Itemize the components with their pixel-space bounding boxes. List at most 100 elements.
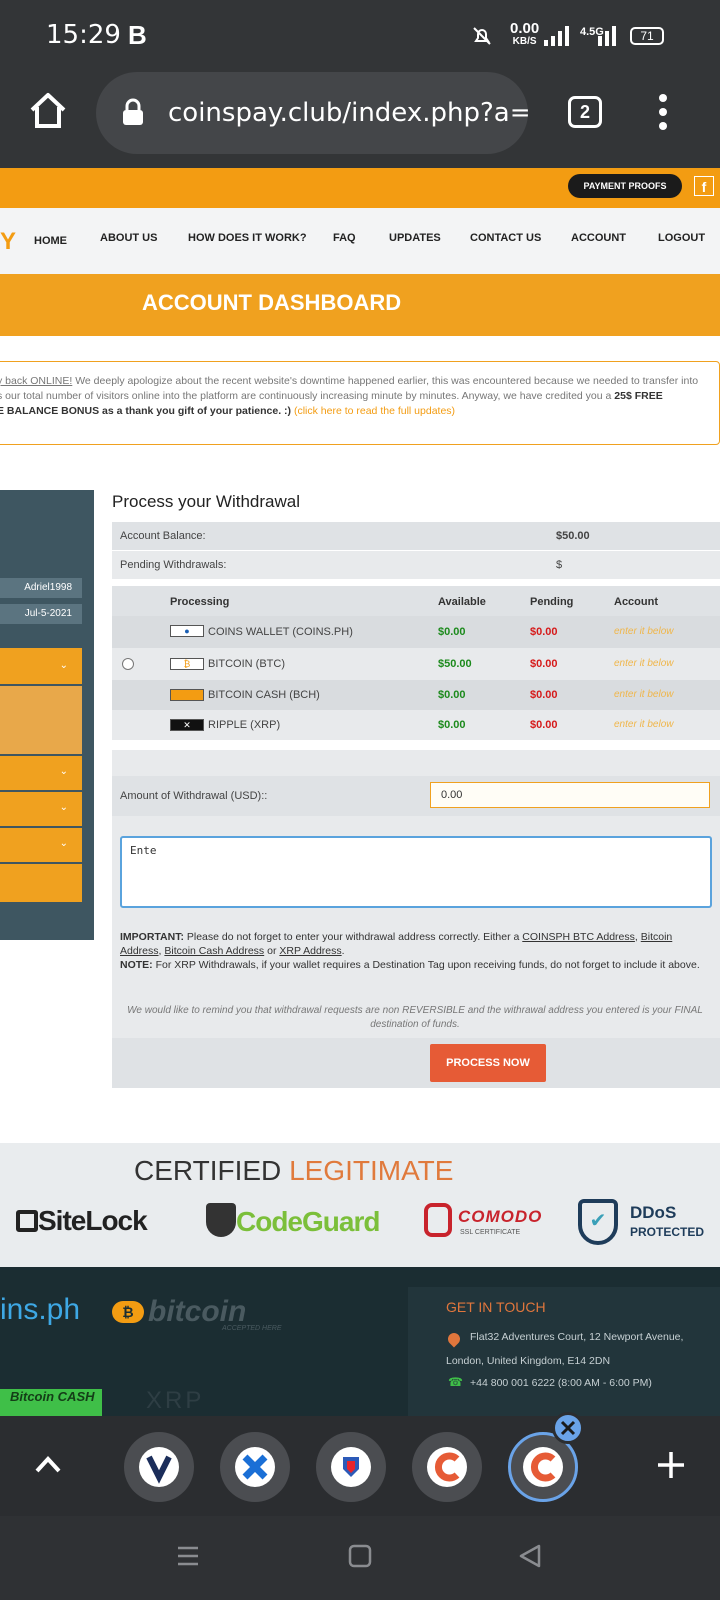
system-nav-bar [0, 1516, 720, 1600]
process-now-button[interactable]: PROCESS NOW [430, 1044, 546, 1082]
notice-link[interactable]: (click here to read the full updates) [291, 405, 455, 417]
ssl-certificate-text: SSL CERTIFICATE [460, 1229, 521, 1236]
tab-switcher-bar [0, 1412, 720, 1516]
bitcoin-radio[interactable] [122, 658, 134, 670]
chevron-down-icon: ⌄ [59, 838, 68, 849]
clock: 15:29 [46, 20, 121, 50]
recent-apps-icon[interactable] [176, 1544, 200, 1568]
withdrawal-address-input[interactable]: Ente [120, 836, 712, 908]
address-line1: Flat32 Adventures Court, 12 Newport Aven… [470, 1331, 684, 1343]
vivaldi-icon [139, 1447, 179, 1487]
sidebar-menu-1[interactable]: ⌄ [0, 648, 82, 684]
chevron-down-icon: ⌄ [59, 766, 68, 777]
tab-thumbnail[interactable] [124, 1432, 194, 1502]
row-name: COINS WALLET (COINS.PH) [208, 626, 353, 638]
sidebar-menu-3[interactable]: ⌄ [0, 792, 82, 826]
address-bar[interactable]: coinspay.club/index.php?a=w [96, 72, 528, 154]
reminder-text: We would like to remind you that withdra… [127, 1005, 703, 1030]
shield-app-icon [331, 1447, 371, 1487]
sidebar: Adriel1998 Jul-5-2021 ⌄ ⌄ ⌄ ⌄ [0, 490, 94, 940]
notice-line1: We deeply apologize about the recent web… [72, 375, 699, 387]
row-name: BITCOIN (BTC) [208, 658, 285, 670]
nav-faq[interactable]: FAQ [333, 232, 356, 244]
footer: ins.ph ₿ bitcoin ACCEPTED HERE Bitcoin C… [0, 1267, 720, 1416]
shield-check-icon: ✔ [578, 1199, 618, 1245]
amount-input[interactable]: 0.00 [430, 782, 710, 808]
ripple-icon: ✕ [170, 719, 204, 731]
logo-fragment[interactable]: Y [0, 228, 16, 256]
table-row[interactable]: ₿ BITCOIN (BTC) $50.00 $0.00 enter it be… [112, 648, 720, 680]
home-icon[interactable] [28, 90, 68, 130]
lock-icon [16, 1210, 38, 1232]
sidebar-menu-4[interactable]: ⌄ [0, 828, 82, 862]
amount-row: Amount of Withdrawal (USD):: 0.00 [112, 776, 720, 816]
table-header: Processing Available Pending Account [112, 586, 720, 616]
bitcoin-cash-logo: Bitcoin CASH [0, 1389, 102, 1416]
important-text: Please do not forget to enter your withd… [183, 931, 523, 943]
sidebar-menu-2[interactable]: ⌄ [0, 756, 82, 790]
top-strip: PAYMENT PROOFS f [0, 168, 720, 208]
url-text[interactable]: coinspay.club/index.php?a=w [168, 98, 528, 128]
certified-section: CERTIFIED LEGITIMATE SiteLock CodeGuard … [0, 1143, 720, 1267]
header-account: Account [614, 596, 658, 608]
nav-account[interactable]: ACCOUNT [571, 232, 626, 244]
payment-proofs-button[interactable]: PAYMENT PROOFS [568, 174, 682, 198]
bitcoin-text: bitcoin [148, 1295, 247, 1328]
sidebar-username: Adriel1998 [0, 578, 82, 598]
table-row[interactable]: ● COINS WALLET (COINS.PH) $0.00 $0.00 en… [112, 616, 720, 648]
pending-row: Pending Withdrawals: $ [112, 551, 720, 579]
coinsph-address-link[interactable]: COINSPH BTC Address [522, 931, 635, 943]
xrp-address-link[interactable]: XRP Address [279, 945, 341, 957]
row-account: enter it below [614, 658, 674, 669]
tab-thumbnail[interactable] [316, 1432, 386, 1502]
nav-home[interactable]: HOME [34, 235, 67, 247]
bitcoin-cash-address-link[interactable]: Bitcoin Cash Address [164, 945, 264, 957]
back-icon[interactable] [518, 1544, 542, 1568]
coin-app-icon [427, 1447, 467, 1487]
nav-how-it-works[interactable]: HOW DOES IT WORK? [188, 232, 307, 244]
nav-contact-us[interactable]: CONTACT US [470, 232, 541, 244]
location-pin-icon [445, 1330, 463, 1348]
bitcoin-cash-icon [170, 689, 204, 701]
row-pending: $0.00 [530, 658, 558, 670]
balance-value: $50.00 [556, 530, 590, 542]
close-tab-icon[interactable] [552, 1412, 584, 1444]
notice-lead[interactable]: y back ONLINE! [0, 375, 72, 387]
balance-row: Account Balance: $50.00 [112, 522, 720, 550]
table-row[interactable]: BITCOIN CASH (BCH) $0.00 $0.00 enter it … [112, 680, 720, 710]
row-account: enter it below [614, 689, 674, 700]
add-tab-icon[interactable] [656, 1450, 686, 1480]
tab-count-button[interactable]: 2 [568, 96, 602, 128]
phone-text[interactable]: +44 800 001 6222 (8:00 AM - 6:00 PM) [470, 1377, 652, 1389]
certified-title-a: CERTIFIED [134, 1155, 290, 1186]
nav-updates[interactable]: UPDATES [389, 232, 441, 244]
sidebar-menu-1-panel [0, 686, 82, 754]
tab-thumbnail[interactable] [412, 1432, 482, 1502]
sitelock-text: SiteLock [38, 1205, 148, 1236]
table-row[interactable]: ✕ RIPPLE (XRP) $0.00 $0.00 enter it belo… [112, 710, 720, 740]
app-x-icon [235, 1447, 275, 1487]
row-available: $0.00 [438, 689, 466, 701]
sitelock-logo: SiteLock [16, 1205, 148, 1237]
codeguard-text: CodeGuard [236, 1206, 380, 1237]
header-available: Available [438, 596, 486, 608]
balance-label: Account Balance: [120, 530, 206, 542]
contact-box: GET IN TOUCH Flat32 Adventures Court, 12… [408, 1287, 720, 1416]
sidebar-menu-5[interactable] [0, 864, 82, 902]
home-button-icon[interactable] [348, 1544, 372, 1568]
xrp-logo: XRP [146, 1387, 205, 1414]
network-speed: 0.00 KB/S [510, 21, 539, 48]
pending-value: $ [556, 559, 563, 571]
facebook-icon[interactable]: f [694, 176, 714, 196]
tab-thumbnail[interactable] [220, 1432, 290, 1502]
lock-icon [123, 98, 143, 125]
pending-label: Pending Withdrawals: [120, 559, 227, 571]
nav-logout[interactable]: LOGOUT [658, 232, 705, 244]
more-menu-icon[interactable] [658, 94, 668, 130]
row-available: $0.00 [438, 719, 466, 731]
protected-text: PROTECTED [630, 1225, 705, 1239]
nav-about-us[interactable]: ABOUT US [100, 232, 157, 244]
bitcoin-coin-icon: ₿ [112, 1301, 144, 1323]
chevron-down-icon: ⌄ [59, 660, 68, 671]
chevron-up-icon[interactable] [34, 1454, 62, 1474]
